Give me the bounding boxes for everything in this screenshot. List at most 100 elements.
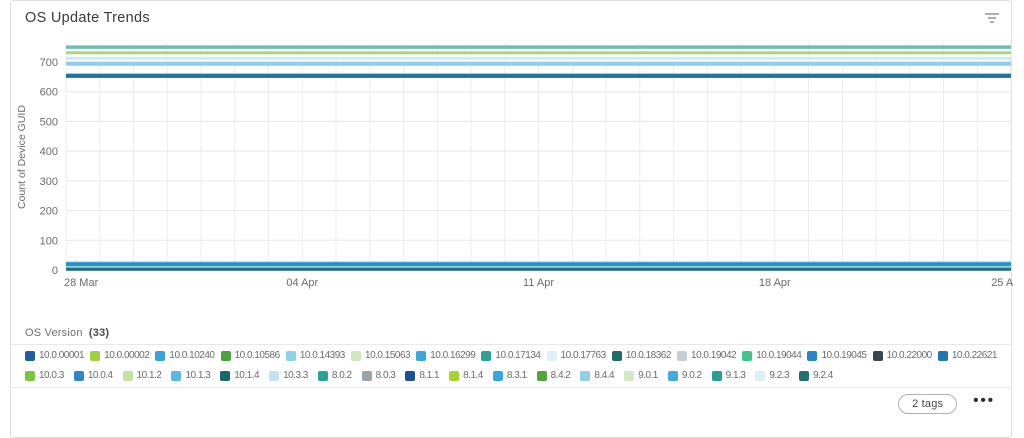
legend-swatch [493, 371, 503, 381]
legend-item[interactable]: 9.0.2 [668, 370, 702, 381]
legend-count: (33) [89, 327, 109, 339]
legend-item[interactable]: 9.2.4 [799, 370, 833, 381]
svg-text:300: 300 [40, 176, 58, 188]
svg-text:11 Apr: 11 Apr [523, 277, 554, 289]
legend-item[interactable]: 8.1.4 [449, 370, 483, 381]
legend-swatch [25, 351, 35, 361]
legend-item[interactable]: 10.0.18362 [612, 350, 671, 361]
legend-swatch [807, 351, 817, 361]
svg-text:200: 200 [40, 206, 58, 218]
legend-item[interactable]: 9.2.3 [755, 370, 789, 381]
legend-item[interactable]: 10.1.3 [171, 370, 210, 381]
legend-label: 10.0.3 [39, 370, 64, 381]
more-options-button[interactable]: ••• [973, 393, 995, 408]
legend-label: 9.1.3 [726, 370, 746, 381]
legend: 10.0.00001 10.0.00002 10.0.10240 10.0.10586… [25, 349, 997, 389]
legend-label: 8.1.4 [463, 370, 483, 381]
svg-text:Count of Device GUID: Count of Device GUID [16, 105, 28, 209]
legend-swatch [580, 371, 590, 381]
legend-label: 10.0.00002 [104, 350, 149, 361]
legend-label: 10.1.2 [137, 370, 162, 381]
legend-label: 10.0.19042 [691, 350, 736, 361]
os-update-trends-widget: OS Update Trends 01002003004005006007002… [10, 0, 1012, 438]
trend-chart: 010020030040050060070028 Mar04 Apr11 Apr… [11, 29, 1013, 301]
legend-label: 10.0.19045 [821, 350, 866, 361]
legend-item[interactable]: 10.0.22000 [873, 350, 932, 361]
legend-swatch [362, 371, 372, 381]
legend-item[interactable]: 10.1.2 [123, 370, 162, 381]
legend-label: 9.2.3 [769, 370, 789, 381]
legend-item[interactable]: 8.0.3 [362, 370, 396, 381]
legend-label: 8.1.1 [419, 370, 439, 381]
legend-label: 10.0.22000 [887, 350, 932, 361]
legend-swatch [677, 351, 687, 361]
legend-swatch [712, 371, 722, 381]
legend-item[interactable]: 10.0.10240 [155, 350, 214, 361]
legend-swatch [74, 371, 84, 381]
svg-text:100: 100 [40, 235, 58, 247]
tags-button[interactable]: 2 tags [898, 394, 957, 414]
legend-label: 8.0.3 [376, 370, 396, 381]
legend-swatch [547, 351, 557, 361]
legend-item[interactable]: 10.3.3 [269, 370, 308, 381]
legend-swatch [221, 351, 231, 361]
legend-item[interactable]: 10.0.16299 [416, 350, 475, 361]
legend-label: 10.0.17134 [495, 350, 540, 361]
legend-item[interactable]: 10.0.17134 [481, 350, 540, 361]
legend-swatch [351, 351, 361, 361]
legend-item[interactable]: 10.0.10586 [221, 350, 280, 361]
legend-label: 10.0.4 [88, 370, 113, 381]
legend-item[interactable]: 10.0.19042 [677, 350, 736, 361]
legend-swatch [799, 371, 809, 381]
legend-label: 10.0.10586 [235, 350, 280, 361]
legend-item[interactable]: 8.1.1 [405, 370, 439, 381]
legend-item[interactable]: 10.0.14393 [286, 350, 345, 361]
legend-swatch [269, 371, 279, 381]
legend-swatch [171, 371, 181, 381]
legend-item[interactable]: 10.0.15063 [351, 350, 410, 361]
legend-item[interactable]: 8.0.2 [318, 370, 352, 381]
legend-label: 10.3.3 [283, 370, 308, 381]
legend-swatch [90, 351, 100, 361]
legend-swatch [537, 371, 547, 381]
svg-text:700: 700 [40, 57, 58, 69]
legend-label: 10.0.17763 [561, 350, 606, 361]
legend-swatch [755, 371, 765, 381]
legend-label: 9.0.1 [638, 370, 658, 381]
legend-row: 10.0.00001 10.0.00002 10.0.10240 10.0.10586… [25, 349, 997, 362]
legend-item[interactable]: 10.0.19045 [807, 350, 866, 361]
legend-label: 10.0.19044 [756, 350, 801, 361]
legend-item[interactable]: 10.0.00002 [90, 350, 149, 361]
divider [11, 344, 1011, 345]
svg-text:600: 600 [40, 87, 58, 99]
filter-icon[interactable] [983, 12, 1001, 24]
legend-item[interactable]: 10.0.00001 [25, 350, 84, 361]
legend-swatch [668, 371, 678, 381]
legend-item[interactable]: 10.0.22621 [938, 350, 997, 361]
legend-swatch [123, 371, 133, 381]
legend-item[interactable]: 9.1.3 [712, 370, 746, 381]
legend-item[interactable]: 8.4.2 [537, 370, 571, 381]
legend-swatch [481, 351, 491, 361]
legend-label: 10.0.15063 [365, 350, 410, 361]
svg-text:28 Mar: 28 Mar [64, 277, 99, 289]
legend-swatch [25, 371, 35, 381]
legend-swatch [873, 351, 883, 361]
legend-title: OS Version [25, 327, 83, 339]
legend-item[interactable]: 10.0.3 [25, 370, 64, 381]
legend-item[interactable]: 10.0.4 [74, 370, 113, 381]
legend-swatch [612, 351, 622, 361]
svg-text:0: 0 [52, 265, 58, 277]
legend-item[interactable]: 9.0.1 [624, 370, 658, 381]
legend-header: OS Version (33) [25, 327, 109, 339]
legend-item[interactable]: 8.3.1 [493, 370, 527, 381]
legend-item[interactable]: 8.4.4 [580, 370, 614, 381]
legend-row: 10.0.3 10.0.4 10.1.2 10.1.3 10.1.4 10.3.3 8.0.… [25, 369, 997, 382]
legend-label: 10.0.00001 [39, 350, 84, 361]
legend-item[interactable]: 10.1.4 [220, 370, 259, 381]
legend-item[interactable]: 10.0.19044 [742, 350, 801, 361]
legend-label: 8.4.4 [594, 370, 614, 381]
legend-swatch [742, 351, 752, 361]
widget-header: OS Update Trends [11, 1, 1011, 31]
legend-item[interactable]: 10.0.17763 [547, 350, 606, 361]
